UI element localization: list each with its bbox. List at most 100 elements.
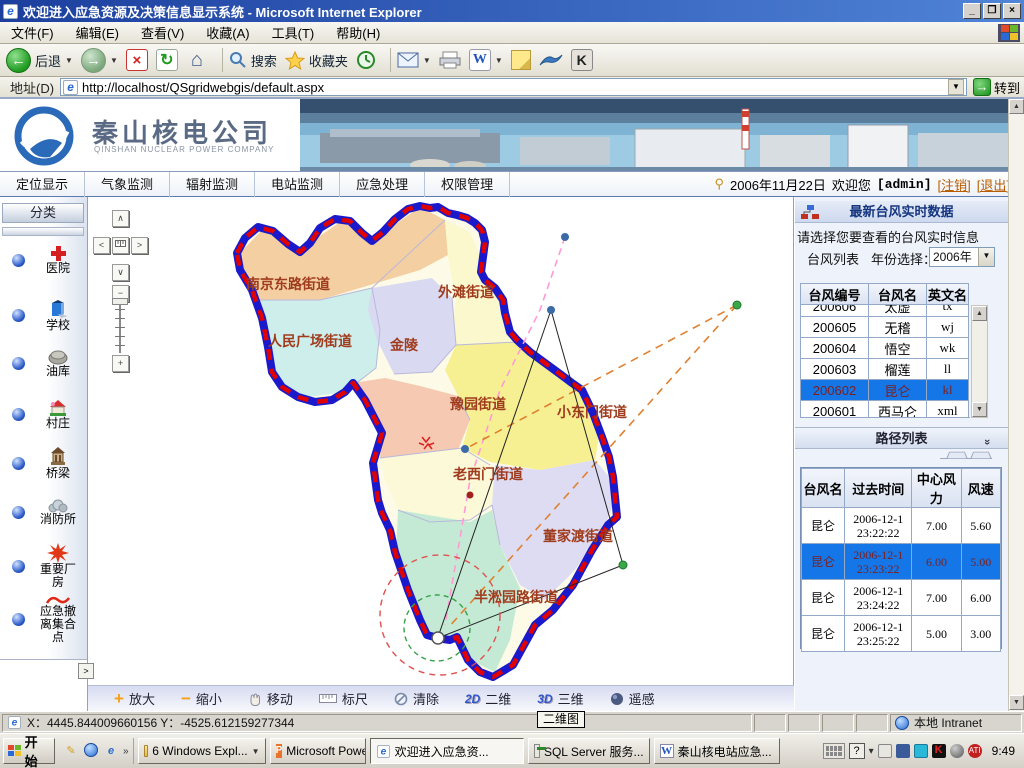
center-point-marker[interactable]: [432, 632, 444, 644]
sidebar-item-evacuation-point[interactable]: 应急撤离集合点: [0, 595, 88, 644]
mini-tab-strip[interactable]: [940, 451, 992, 459]
tray-app-icon[interactable]: [950, 744, 964, 758]
path-point-green[interactable]: [733, 301, 741, 309]
back-button[interactable]: ← 后退 ▼: [6, 48, 73, 73]
map-center-button[interactable]: [112, 237, 129, 254]
logout-link[interactable]: [注销]: [938, 175, 971, 194]
search-button[interactable]: 搜索: [229, 51, 277, 70]
menu-edit[interactable]: 编辑(E): [65, 23, 130, 42]
menu-tools[interactable]: 工具(T): [261, 23, 326, 42]
remote-sensing-button[interactable]: 遥感: [610, 689, 655, 708]
menu-help[interactable]: 帮助(H): [325, 23, 391, 42]
group-dropdown-icon[interactable]: ▼: [252, 747, 260, 756]
pan-right-button[interactable]: >: [131, 237, 148, 254]
quicklaunch-app-icon[interactable]: [83, 743, 99, 759]
edit-word-button[interactable]: W ▼: [469, 49, 503, 71]
path-row[interactable]: 昆仑2006-12-1 23:22:227.005.60: [802, 508, 1001, 544]
typhoon-row-selected[interactable]: 200602昆仑kl: [801, 380, 969, 401]
go-button[interactable]: → 转到: [973, 78, 1020, 97]
home-button[interactable]: ⌂: [186, 49, 208, 71]
mail-dropdown-icon[interactable]: ▼: [423, 56, 431, 65]
sidebar-item-oil-depot[interactable]: 油库: [0, 349, 88, 378]
tray-network-icon[interactable]: [896, 744, 910, 758]
year-select[interactable]: 2006年 ▼: [929, 247, 995, 267]
address-dropdown-icon[interactable]: ▼: [948, 79, 964, 95]
path-point-blue[interactable]: [547, 306, 555, 314]
quicklaunch-pen-icon[interactable]: ✎: [63, 743, 79, 759]
mail-button[interactable]: ▼: [397, 52, 431, 68]
sidebar-item-important-plant[interactable]: 重要厂房: [0, 543, 88, 589]
menu-file[interactable]: 文件(F): [0, 23, 65, 42]
ruler-button[interactable]: 标尺: [319, 689, 368, 708]
ime-keyboard-button[interactable]: [823, 743, 845, 759]
ime-help-button[interactable]: ?: [849, 743, 865, 759]
tray-ime-grid-icon[interactable]: [914, 744, 928, 758]
history-button[interactable]: [356, 50, 376, 70]
col-typhoon-no[interactable]: 台风编号: [801, 284, 869, 305]
tray-collapse-icon[interactable]: ▾: [869, 746, 874, 757]
typhoon-row[interactable]: 200604悟空wk: [801, 338, 969, 359]
back-dropdown-icon[interactable]: ▼: [65, 56, 73, 65]
taskbar-window-explorer-group[interactable]: 6 Windows Expl... ▼: [138, 738, 266, 764]
typhoon-row[interactable]: 200606太虚tx: [801, 305, 969, 317]
path-point-blue[interactable]: [561, 233, 569, 241]
path-list-header[interactable]: 路径列表 »: [795, 427, 1008, 449]
kaspersky-button[interactable]: K: [571, 49, 593, 71]
view-2d-button[interactable]: 2D二维: [465, 689, 511, 708]
taskbar-window-word[interactable]: W 秦山核电站应急...: [654, 738, 780, 764]
tray-ati-icon[interactable]: ATI: [968, 744, 982, 758]
scroll-down-icon[interactable]: ▼: [972, 402, 987, 417]
path-row[interactable]: 昆仑2006-12-1 23:25:225.003.00: [802, 616, 1001, 652]
pan-up-button[interactable]: ∧: [112, 210, 129, 227]
sidebar-item-hospital[interactable]: 医院: [0, 245, 88, 275]
pan-down-button[interactable]: ∨: [112, 264, 129, 281]
start-button[interactable]: 开始: [3, 738, 55, 764]
forward-button[interactable]: → ▼: [81, 48, 118, 73]
close-button[interactable]: ×: [1003, 3, 1021, 19]
typhoon-row[interactable]: 200603榴莲ll: [801, 359, 969, 380]
path-point-green[interactable]: [619, 561, 627, 569]
tab-weather-monitor[interactable]: 气象监测: [85, 172, 170, 197]
stop-button[interactable]: ×: [126, 49, 148, 71]
messenger-button[interactable]: [511, 50, 531, 70]
scroll-up-icon[interactable]: ▲: [972, 306, 987, 321]
taskbar-clock[interactable]: 9:49: [986, 744, 1021, 758]
gis-map[interactable]: 南京东路街道 外滩街道 人民广场街道 金陵 豫园街道 小东门街道 老西门街道 董…: [88, 197, 794, 685]
menu-favorites[interactable]: 收藏(A): [195, 23, 260, 42]
col-wind-speed[interactable]: 风速: [961, 469, 1000, 508]
sidebar-item-fire-station[interactable]: 消防所: [0, 499, 88, 526]
print-button[interactable]: [439, 51, 461, 69]
sidebar-collapse-button[interactable]: >: [78, 663, 94, 679]
path-row[interactable]: 昆仑2006-12-1 23:24:227.006.00: [802, 580, 1001, 616]
view-3d-button[interactable]: 3D三维: [537, 689, 583, 708]
typhoon-row[interactable]: 200605无稽wj: [801, 317, 969, 338]
quicklaunch-ie-icon[interactable]: e: [103, 743, 119, 759]
zoom-out-button[interactable]: −缩小: [181, 689, 222, 708]
minimize-button[interactable]: _: [963, 3, 981, 19]
page-scroll-down-icon[interactable]: ▼: [1009, 695, 1024, 710]
zoom-slider-handle[interactable]: [112, 298, 128, 305]
tray-kaspersky-icon[interactable]: K: [932, 744, 946, 758]
collapse-chevron-icon[interactable]: »: [976, 439, 998, 445]
refresh-button[interactable]: ↻: [156, 49, 178, 71]
address-input[interactable]: e http://localhost/QSgridwebgis/default.…: [60, 78, 967, 96]
exit-link[interactable]: [退出]: [977, 175, 1010, 194]
tray-sql-icon[interactable]: [878, 744, 892, 758]
path-point-red[interactable]: [467, 492, 474, 499]
quicklaunch-overflow-icon[interactable]: »: [123, 746, 129, 757]
tab-emergency-handling[interactable]: 应急处理: [340, 172, 425, 197]
taskbar-window-powerpoint[interactable]: P Microsoft PowerP...: [270, 738, 366, 764]
tab-location-display[interactable]: 定位显示: [0, 172, 85, 197]
taskbar-window-ie-active[interactable]: e 欢迎进入应急资...: [370, 738, 524, 764]
col-center-wind[interactable]: 中心风力: [912, 469, 961, 508]
tab-station-monitor[interactable]: 电站监测: [255, 172, 340, 197]
tab-permission-mgmt[interactable]: 权限管理: [425, 172, 510, 197]
taskbar-window-sqlserver[interactable]: SQL Server 服务...: [528, 738, 650, 764]
sidebar-header[interactable]: 分类: [2, 203, 84, 223]
zoom-in-button[interactable]: +放大: [114, 689, 155, 708]
flashget-button[interactable]: [539, 52, 563, 68]
typhoon-table-scrollbar[interactable]: ▲ ▼: [971, 305, 988, 418]
col-past-time[interactable]: 过去时间: [845, 469, 912, 508]
zoom-slider-plus-button[interactable]: +: [112, 355, 129, 372]
menu-view[interactable]: 查看(V): [130, 23, 195, 42]
